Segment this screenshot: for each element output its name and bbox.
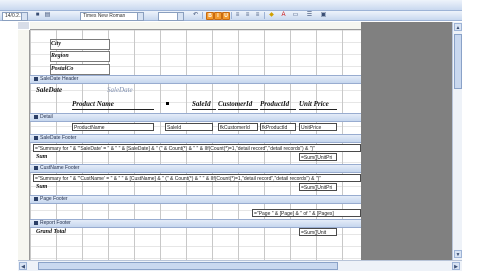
band-label: Report Footer [40,220,71,226]
vertical-ruler[interactable] [18,30,30,260]
custname-sum-textbox[interactable]: =Sum([UnitPri [299,183,337,191]
page-number-textbox[interactable]: ="Page " & [Page] & " of " & [Pages] [252,209,361,217]
ruler-corner[interactable] [18,22,29,29]
customerid-textbox[interactable]: fkCustomerId [218,123,258,131]
chevron-down-icon[interactable] [177,13,183,20]
save-icon[interactable]: ■ [34,12,41,19]
productid-header[interactable]: ProductId [260,100,296,110]
saledate-sum-label[interactable]: Sum [36,153,58,162]
formatting-toolbar: 14/0.2.1 ■ ▤ Times New Roman ↶ B I U ≡ ≡… [0,11,480,21]
horizontal-scrollbar[interactable]: ◀ ▶ [18,260,462,271]
undo-icon[interactable]: ↶ [192,12,199,19]
toolbar-separator [264,12,265,19]
scroll-left-icon[interactable]: ◀ [19,262,27,270]
grand-total-label[interactable]: Grand Total [36,228,86,237]
band-saledate-footer[interactable]: SaleDate Footer [30,134,361,143]
font-size-combo[interactable]: 14/0.2.1 [2,12,28,21]
band-label: SaleDate Header [40,76,79,82]
align-center-icon[interactable]: ≡ [244,12,251,19]
unitprice-textbox[interactable]: UnitPrice [299,123,337,131]
band-marker-icon [34,114,38,119]
band-label: Detail [40,114,53,120]
toolbar-separator [231,12,232,19]
product-name-header[interactable]: Product Name [72,100,154,110]
bold-button[interactable]: B [206,12,214,20]
region-label[interactable]: Region [50,51,110,62]
band-marker-icon [34,220,38,225]
band-marker-icon [34,196,38,201]
line-color-icon[interactable]: ▭ [292,12,299,19]
font-color-icon[interactable]: A [280,12,287,19]
toolbar-separator [202,12,203,19]
band-label: Page Footer [40,196,68,202]
selection-handle[interactable] [166,102,169,105]
saleid-textbox[interactable]: SaleId [165,123,213,131]
font-name-value: Times New Roman [83,13,126,19]
vertical-scroll-thumb[interactable] [454,34,462,89]
customerid-header[interactable]: CustomerId [218,100,258,110]
saledate-sum-textbox[interactable]: =Sum([UnitPri [299,153,337,161]
chevron-down-icon[interactable] [137,13,143,20]
postalcode-label[interactable]: PostalCo [50,64,110,75]
band-label: SaleDate Footer [40,135,77,141]
italic-button[interactable]: I [214,12,222,20]
horizontal-ruler[interactable] [30,22,361,30]
scroll-right-icon[interactable]: ▶ [452,262,460,270]
unitprice-header[interactable]: Unit Price [299,100,337,110]
window-margin [462,0,480,270]
standard-toolbar [0,0,480,11]
design-background [361,22,452,260]
band-saledate-header[interactable]: SaleDate Header [30,75,361,84]
horizontal-scroll-thumb[interactable] [38,262,338,270]
fill-color-icon[interactable]: ◆ [268,12,275,19]
band-report-footer[interactable]: Report Footer [30,219,361,228]
align-right-icon[interactable]: ≡ [254,12,261,19]
band-marker-icon [34,76,38,81]
saledate-summary-textbox[interactable]: ="Summary for " & "'SaleDate' = " & " " … [33,144,361,152]
size-combo[interactable] [158,12,184,21]
saledate-field[interactable]: SaleDate [107,86,207,95]
special-effect-icon[interactable]: ▣ [320,12,327,19]
band-marker-icon [34,135,38,140]
grand-total-textbox[interactable]: =Sum([Unit [299,228,337,236]
align-left-icon[interactable]: ≡ [234,12,241,19]
print-icon[interactable]: ▤ [44,12,51,19]
city-label[interactable]: City [50,39,110,50]
band-label: CustName Footer [40,165,80,171]
custname-sum-label[interactable]: Sum [36,183,58,192]
band-detail[interactable]: Detail [30,113,361,122]
productname-textbox[interactable]: ProductName [72,123,154,131]
band-custname-footer[interactable]: CustName Footer [30,164,361,173]
chevron-down-icon[interactable] [21,13,27,20]
saleid-header[interactable]: SaleId [192,100,216,110]
band-marker-icon [34,165,38,170]
band-page-footer[interactable]: Page Footer [30,195,361,204]
productid-textbox[interactable]: fkProductId [260,123,296,131]
custname-summary-textbox[interactable]: ="Summary for " & "'CustName' = " & " " … [33,174,361,182]
scroll-down-icon[interactable]: ▼ [454,250,462,258]
font-name-combo[interactable]: Times New Roman [80,12,144,21]
line-width-icon[interactable]: ☰ [306,12,313,19]
underline-button[interactable]: U [222,12,230,20]
saledate-label[interactable]: SaleDate [36,86,92,95]
scroll-up-icon[interactable]: ▲ [454,23,462,31]
